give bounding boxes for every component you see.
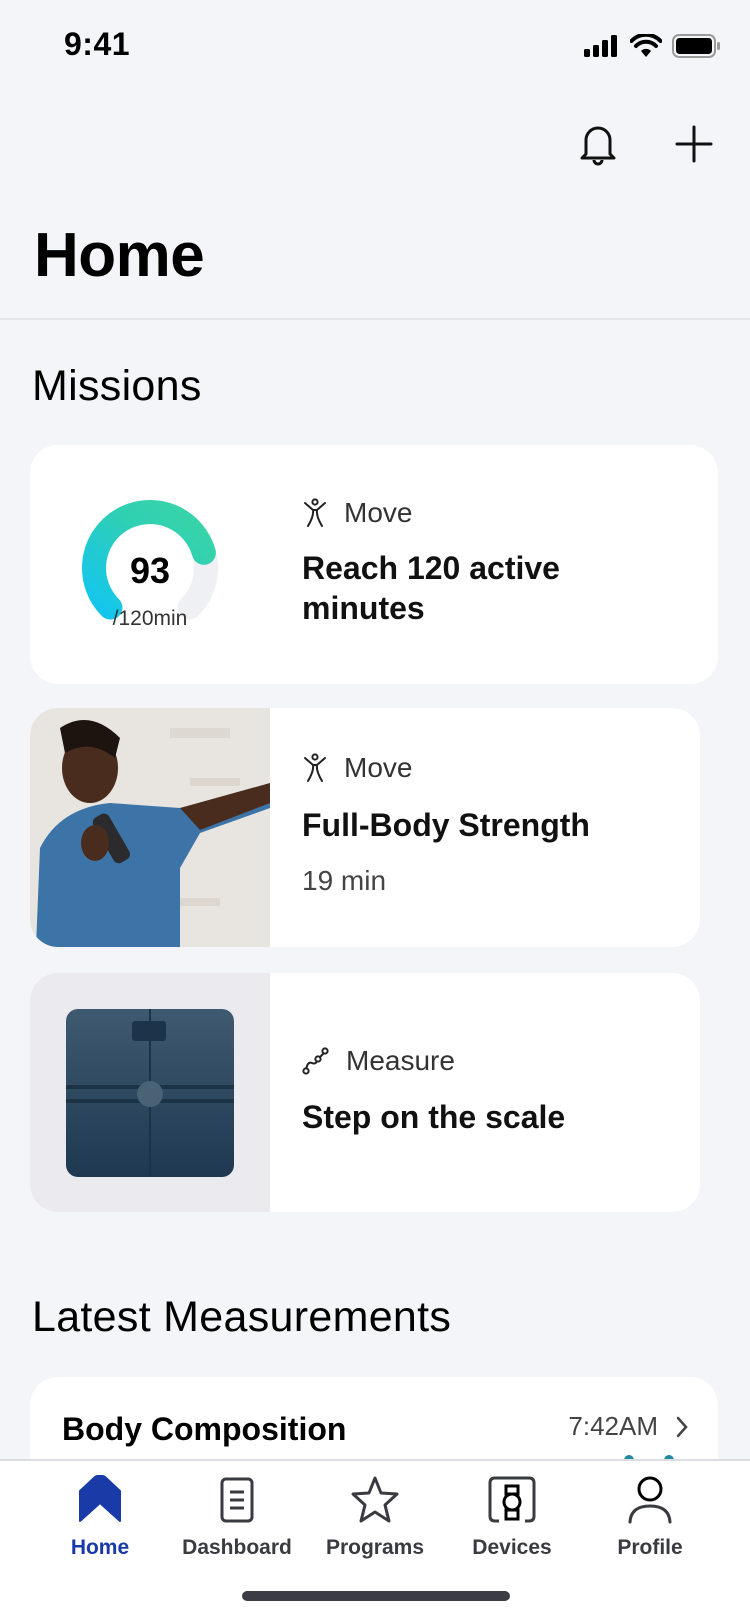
progress-gauge: 93 /120min	[78, 500, 222, 630]
page-title: Home	[34, 221, 205, 290]
measurement-title: Body Composition	[62, 1411, 347, 1447]
profile-icon	[628, 1476, 672, 1524]
tab-dashboard[interactable]: Dashboard	[162, 1475, 312, 1560]
mission-category-label: Measure	[346, 1045, 455, 1076]
mission-category-label: Move	[344, 497, 413, 528]
move-figure-icon	[304, 753, 326, 782]
notifications-button[interactable]	[572, 118, 624, 170]
missions-heading: Missions	[32, 362, 202, 410]
dashboard-icon	[220, 1477, 254, 1523]
mission-category-label: Move	[344, 752, 413, 783]
measure-graph-icon	[302, 1047, 329, 1075]
mission-card-scale[interactable]: Measure Step on the scale	[30, 973, 700, 1212]
status-time: 9:41	[64, 26, 131, 62]
home-icon	[79, 1474, 121, 1522]
bell-icon	[580, 126, 616, 166]
tab-programs[interactable]: Programs	[300, 1475, 450, 1560]
mission-category: Move	[302, 752, 412, 784]
tab-home[interactable]: Home	[25, 1474, 175, 1560]
mission-title-line1: Reach 120 active	[302, 550, 560, 586]
battery-icon	[672, 34, 720, 58]
tab-label: Devices	[472, 1536, 552, 1559]
tab-label: Dashboard	[182, 1536, 292, 1559]
measurement-time: 7:42AM	[568, 1411, 658, 1441]
tab-label: Profile	[617, 1536, 683, 1559]
mission-card-active-minutes[interactable]: 93 /120min Move Reach 120 active minutes	[30, 445, 718, 684]
tab-devices[interactable]: Devices	[437, 1475, 587, 1560]
wifi-icon	[630, 34, 662, 57]
move-figure-icon	[304, 498, 326, 527]
add-button[interactable]	[668, 118, 720, 170]
star-icon	[351, 1476, 399, 1523]
gauge-value: 93	[129, 550, 171, 591]
chevron-right-icon	[676, 1416, 688, 1438]
header-divider	[0, 318, 750, 320]
mission-duration: 19 min	[302, 865, 387, 896]
tab-label: Home	[70, 1536, 130, 1559]
latest-measurements-heading: Latest Measurements	[32, 1293, 452, 1341]
plus-icon	[675, 125, 713, 163]
tab-label: Programs	[325, 1536, 425, 1559]
mission-title: Step on the scale	[302, 1099, 566, 1135]
smart-scale-image	[66, 1009, 234, 1177]
tab-profile[interactable]: Profile	[575, 1475, 725, 1560]
mission-card-strength[interactable]: Move Full-Body Strength 19 min	[30, 708, 700, 947]
mission-title-line2: minutes	[302, 590, 425, 626]
mission-title: Reach 120 active minutes	[302, 548, 560, 628]
status-icons	[584, 34, 720, 58]
signal-icon	[584, 35, 617, 57]
home-indicator	[242, 1591, 510, 1601]
mission-title: Full-Body Strength	[302, 807, 590, 843]
watch-device-icon	[488, 1476, 536, 1523]
gauge-goal: /120min	[112, 607, 188, 630]
mission-category: Measure	[302, 1045, 455, 1077]
workout-photo	[30, 708, 270, 947]
mission-category: Move	[302, 497, 412, 529]
